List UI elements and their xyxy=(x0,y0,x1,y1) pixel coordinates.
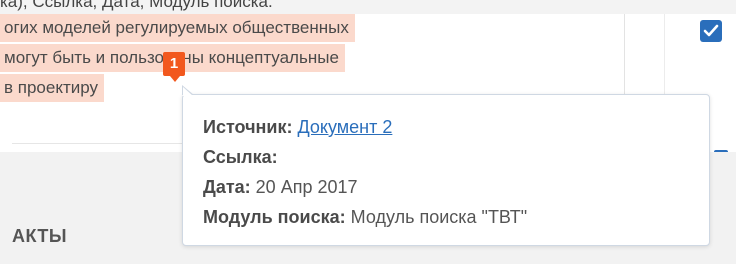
tooltip-module-row: Модуль поиска: Модуль поиска "ТВТ" xyxy=(203,207,527,228)
module-value: Модуль поиска "ТВТ" xyxy=(350,207,528,227)
reference-label: Ссылка: xyxy=(203,147,278,167)
date-label: Дата: xyxy=(203,177,251,197)
highlight-line-1[interactable]: огих моделей регулируемых общественных xyxy=(0,14,355,42)
annotation-tooltip: Источник: Документ 2 Ссылка: Дата: 20 Ап… xyxy=(182,85,710,246)
section-title: АКТЫ xyxy=(12,226,68,246)
checkbox[interactable] xyxy=(700,20,722,42)
tooltip-source-row: Источник: Документ 2 xyxy=(203,117,392,138)
tooltip-reference-row: Ссылка: xyxy=(203,147,278,168)
date-value: 20 Апр 2017 xyxy=(255,177,358,197)
annotation-badge[interactable]: 1 xyxy=(163,52,185,82)
top-cut-text-strip: ка), Ссылка, Дата, Модуль поиска. xyxy=(0,0,736,14)
source-link[interactable]: Документ 2 xyxy=(297,117,392,137)
check-icon xyxy=(703,24,719,37)
module-label: Модуль поиска: xyxy=(203,207,346,227)
highlight-line-3[interactable]: в проектиру xyxy=(0,74,104,102)
tooltip-date-row: Дата: 20 Апр 2017 xyxy=(203,177,358,198)
source-label: Источник: xyxy=(203,117,293,137)
top-cut-text: ка), Ссылка, Дата, Модуль поиска. xyxy=(0,0,273,11)
